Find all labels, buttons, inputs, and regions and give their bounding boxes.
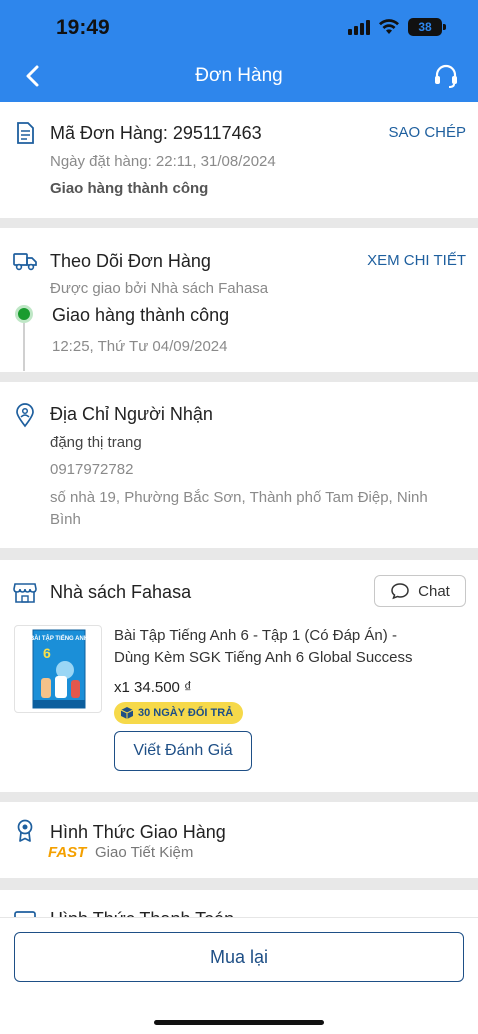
shipping-section: Hình Thức Giao Hàng xyxy=(0,802,478,878)
rebuy-button[interactable]: Mua lại xyxy=(14,932,464,982)
order-status: Giao hàng thành công xyxy=(50,180,209,197)
battery-icon: 38 xyxy=(408,18,446,36)
recipient-title: Địa Chỉ Người Nhận xyxy=(50,404,213,424)
recipient-phone: 0917972782 xyxy=(50,461,134,478)
tracking-event-status: Giao hàng thành công xyxy=(52,305,230,325)
recipient-name: đặng thị trang xyxy=(50,434,142,451)
product-name-line1: Bài Tập Tiếng Anh 6 - Tập 1 (Có Đáp Án) … xyxy=(114,627,397,644)
fast-tag: FAST xyxy=(48,844,87,861)
book-cover-title: BÀI TẬP TIẾNG ANH xyxy=(30,635,88,642)
delivered-by: Được giao bởi Nhà sách Fahasa xyxy=(50,280,269,297)
shipping-title: Hình Thức Giao Hàng xyxy=(50,822,226,842)
view-detail-button[interactable]: XEM CHI TIẾT xyxy=(367,252,466,269)
tracking-event-time: 12:25, Thứ Tư 04/09/2024 xyxy=(52,338,228,355)
order-code: Mã Đơn Hàng: 295117463 xyxy=(50,123,262,143)
order-info-section: Mã Đơn Hàng: 295117463 SAO CHÉP Ngày đặt… xyxy=(0,102,478,218)
recipient-address-line2: Bình xyxy=(50,511,81,528)
shipping-method: Giao Tiết Kiệm xyxy=(95,844,194,861)
product-qty-price: x1 34.500 ₫ xyxy=(114,679,192,696)
app-header: 19:49 38 Đơn Hàng xyxy=(0,0,478,102)
delivery-truck-icon xyxy=(13,253,37,271)
store-icon xyxy=(13,583,37,603)
wifi-icon xyxy=(379,19,399,34)
return-policy-label: 30 NGÀY ĐỔI TRẢ xyxy=(138,707,234,719)
chat-bubble-icon xyxy=(391,583,409,600)
status-time: 19:49 xyxy=(56,16,110,39)
document-icon xyxy=(17,122,34,144)
recipient-address-line1: số nhà 19, Phường Bắc Sơn, Thành phố Tam… xyxy=(50,489,428,506)
product-image[interactable]: BÀI TẬP TIẾNG ANH 6 xyxy=(14,625,102,713)
order-date: Ngày đặt hàng: 22:11, 31/08/2024 xyxy=(50,153,276,170)
tracking-timeline-line xyxy=(23,323,25,371)
write-review-button[interactable]: Viết Đánh Giá xyxy=(114,731,252,771)
shipping-badge-icon xyxy=(17,819,33,842)
box-icon xyxy=(120,707,134,719)
chat-label: Chat xyxy=(418,582,450,600)
book-cover-image: BÀI TẬP TIẾNG ANH 6 xyxy=(30,629,88,709)
copy-button[interactable]: SAO CHÉP xyxy=(388,124,466,141)
product-name[interactable]: Bài Tập Tiếng Anh 6 - Tập 1 (Có Đáp Án) … xyxy=(114,625,454,669)
book-cover-number: 6 xyxy=(43,645,51,661)
chat-button[interactable]: Chat xyxy=(374,575,466,607)
tracking-title: Theo Dõi Đơn Hàng xyxy=(50,251,211,271)
bottom-action-bar: Mua lại xyxy=(0,918,478,1034)
recipient-section: Địa Chỉ Người Nhận đặng thị trang 091797… xyxy=(0,382,478,548)
store-name: Nhà sách Fahasa xyxy=(50,582,192,602)
tracking-status-dot xyxy=(15,305,33,323)
location-pin-icon xyxy=(16,403,34,428)
return-policy-badge: 30 NGÀY ĐỔI TRẢ xyxy=(114,702,244,724)
cellular-signal-icon xyxy=(348,19,370,35)
status-icons: 38 xyxy=(348,18,446,36)
headset-support-icon[interactable] xyxy=(432,62,460,90)
home-indicator xyxy=(154,1020,324,1025)
page-title: Đơn Hàng xyxy=(195,65,283,86)
product-name-line2: Dùng Kèm SGK Tiếng Anh 6 Global Success xyxy=(114,649,413,666)
